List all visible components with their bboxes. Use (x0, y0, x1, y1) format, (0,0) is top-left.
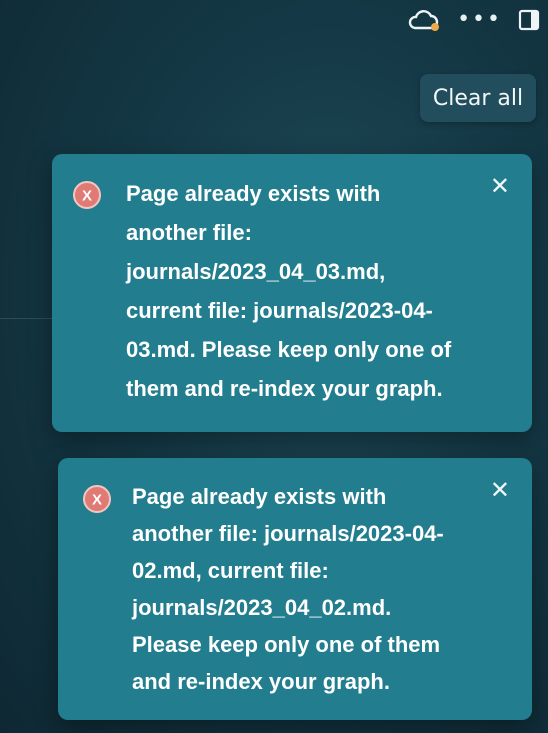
notification-toast: X Page already exists with another file:… (52, 154, 532, 432)
cloud-sync-icon[interactable] (407, 8, 441, 32)
svg-text:X: X (92, 492, 102, 509)
error-x-icon: X (72, 180, 102, 210)
close-icon[interactable]: ✕ (490, 478, 510, 502)
notification-toast: X Page already exists with another file:… (58, 458, 532, 720)
sidebar-toggle-icon[interactable] (518, 9, 540, 31)
divider (0, 318, 54, 319)
notification-message: Page already exists with another file: j… (132, 484, 444, 694)
more-icon[interactable]: ••• (457, 9, 502, 31)
svg-text:X: X (82, 188, 92, 205)
error-x-icon: X (82, 484, 112, 514)
notification-message: Page already exists with another file: j… (126, 181, 452, 401)
top-bar: ••• (407, 8, 540, 32)
close-icon[interactable]: ✕ (490, 174, 510, 198)
clear-all-button[interactable]: Clear all (420, 74, 536, 122)
